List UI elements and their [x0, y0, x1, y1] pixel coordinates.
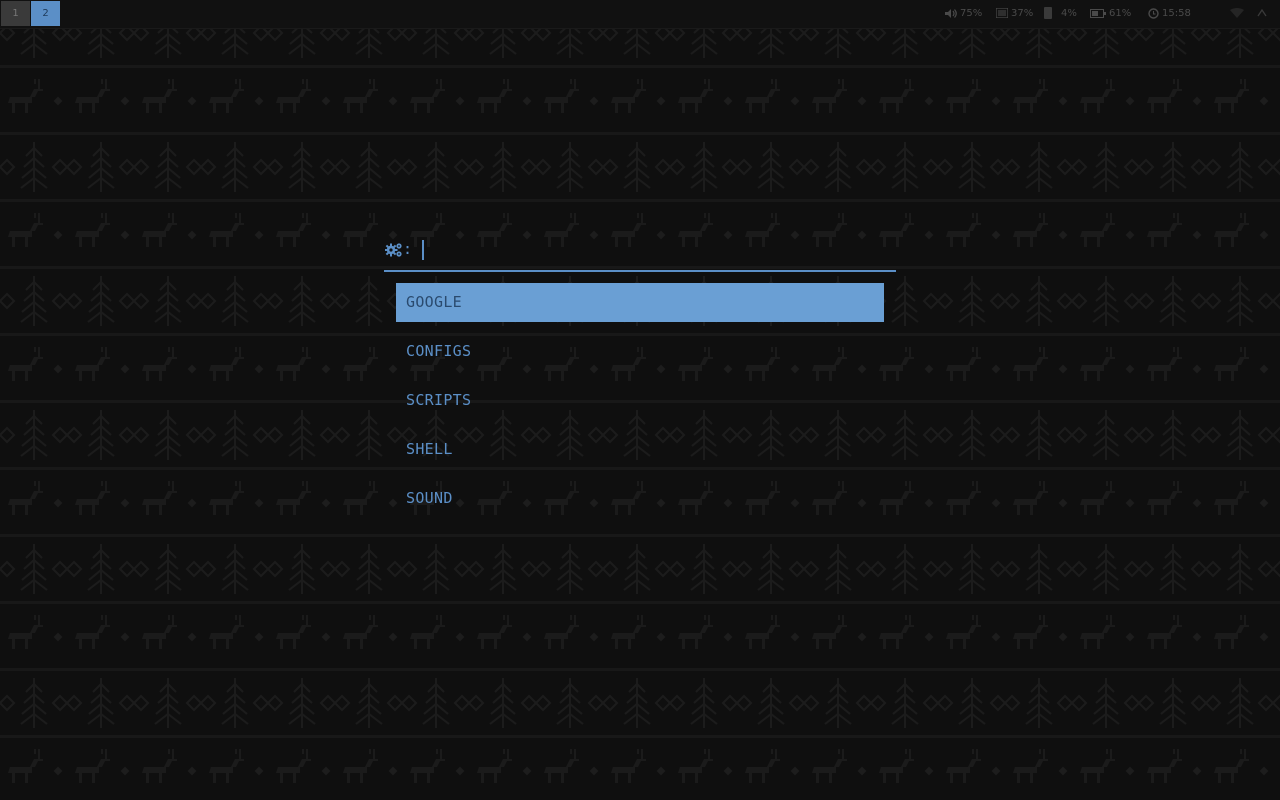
app-launcher: : GOOGLE CONFIGS SCRIPTS SHELL SOUND — [384, 232, 896, 507]
result-item-sound[interactable]: SOUND — [396, 479, 884, 518]
clock-icon — [1148, 7, 1159, 19]
result-item-google[interactable]: GOOGLE — [396, 283, 884, 322]
clock-status[interactable]: 15:58 — [1148, 0, 1191, 28]
text-cursor — [422, 240, 424, 260]
wifi-icon — [1230, 8, 1244, 18]
workspace-1-button[interactable]: 1 — [1, 1, 30, 26]
workspace-2-button[interactable]: 2 — [31, 1, 60, 26]
disk-icon — [1044, 7, 1052, 19]
result-item-scripts[interactable]: SCRIPTS — [396, 381, 884, 420]
launcher-prompt: : — [384, 232, 896, 272]
memory-value: 37% — [1011, 8, 1034, 19]
result-item-shell[interactable]: SHELL — [396, 430, 884, 469]
memory-status: 37% — [995, 0, 1034, 28]
top-bar: 1 2 75% 37% 4% 61% 15:58 — [0, 0, 1280, 29]
battery-icon — [1090, 8, 1106, 18]
gears-icon — [385, 243, 402, 257]
result-item-configs[interactable]: CONFIGS — [396, 332, 884, 371]
launcher-results: GOOGLE CONFIGS SCRIPTS SHELL SOUND — [396, 283, 884, 528]
wifi-status[interactable] — [1230, 0, 1247, 28]
memory-icon — [995, 7, 1009, 19]
volume-icon — [945, 8, 957, 18]
volume-status[interactable]: 75% — [944, 0, 982, 28]
disk-status: 4% — [1044, 0, 1077, 28]
clock-value: 15:58 — [1162, 8, 1191, 19]
battery-status: 61% — [1090, 0, 1131, 28]
disk-value: 4% — [1061, 8, 1077, 19]
tray-toggle[interactable] — [1257, 0, 1270, 28]
chevron-up-icon — [1257, 8, 1267, 17]
launcher-search-input[interactable] — [420, 240, 880, 262]
volume-value: 75% — [960, 8, 983, 19]
prompt-separator: : — [403, 240, 413, 258]
battery-value: 61% — [1109, 8, 1132, 19]
